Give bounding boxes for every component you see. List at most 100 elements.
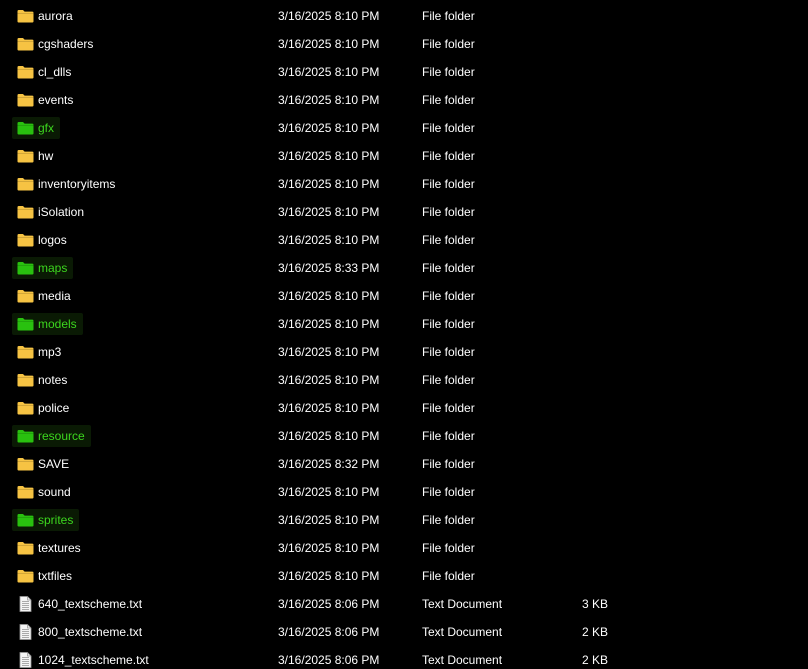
date-modified: 3/16/2025 8:10 PM [278, 37, 380, 51]
file-row[interactable]: mp3 3/16/2025 8:10 PM File folder [0, 338, 808, 366]
file-type: File folder [422, 373, 475, 387]
file-type: File folder [422, 37, 475, 51]
file-row[interactable]: hw 3/16/2025 8:10 PM File folder [0, 142, 808, 170]
file-name: police [38, 401, 70, 415]
date-modified: 3/16/2025 8:10 PM [278, 513, 380, 527]
name-cell[interactable]: cgshaders [12, 33, 99, 55]
file-type: File folder [422, 317, 475, 331]
date-modified: 3/16/2025 8:10 PM [278, 289, 380, 303]
name-cell[interactable]: sound [12, 481, 77, 503]
name-cell[interactable]: aurora [12, 5, 79, 27]
name-cell[interactable]: 800_textscheme.txt [12, 621, 148, 643]
name-cell[interactable]: sprites [12, 509, 80, 531]
file-type: File folder [422, 177, 475, 191]
file-type: File folder [422, 93, 475, 107]
file-row[interactable]: sound 3/16/2025 8:10 PM File folder [0, 478, 808, 506]
folder-icon [17, 261, 34, 275]
file-row[interactable]: iSolation 3/16/2025 8:10 PM File folder [0, 198, 808, 226]
file-row[interactable]: 1024_textscheme.txt 3/16/2025 8:06 PM Te… [0, 646, 808, 669]
file-name: SAVE [38, 457, 70, 471]
name-cell[interactable]: notes [12, 369, 73, 391]
file-list: aurora 3/16/2025 8:10 PM File folder cgs… [0, 2, 808, 669]
file-type: File folder [422, 345, 475, 359]
folder-icon [17, 289, 34, 303]
file-name: cgshaders [38, 37, 94, 51]
folder-icon [17, 177, 34, 191]
file-name: resource [38, 429, 85, 443]
folder-icon [17, 485, 34, 499]
file-name: iSolation [38, 205, 85, 219]
file-row[interactable]: models 3/16/2025 8:10 PM File folder [0, 310, 808, 338]
file-name: maps [38, 261, 68, 275]
file-row[interactable]: SAVE 3/16/2025 8:32 PM File folder [0, 450, 808, 478]
file-row[interactable]: police 3/16/2025 8:10 PM File folder [0, 394, 808, 422]
name-cell[interactable]: mp3 [12, 341, 67, 363]
name-cell[interactable]: cl_dlls [12, 61, 77, 83]
date-modified: 3/16/2025 8:33 PM [278, 261, 380, 275]
file-row[interactable]: aurora 3/16/2025 8:10 PM File folder [0, 2, 808, 30]
folder-icon [17, 569, 34, 583]
name-cell[interactable]: media [12, 285, 77, 307]
file-row[interactable]: cl_dlls 3/16/2025 8:10 PM File folder [0, 58, 808, 86]
name-cell[interactable]: gfx [12, 117, 61, 139]
name-cell[interactable]: hw [12, 145, 59, 167]
name-cell[interactable]: 1024_textscheme.txt [12, 649, 155, 669]
file-row[interactable]: 640_textscheme.txt 3/16/2025 8:06 PM Tex… [0, 590, 808, 618]
file-row[interactable]: cgshaders 3/16/2025 8:10 PM File folder [0, 30, 808, 58]
file-row[interactable]: 800_textscheme.txt 3/16/2025 8:06 PM Tex… [0, 618, 808, 646]
file-type: File folder [422, 485, 475, 499]
file-row[interactable]: inventoryitems 3/16/2025 8:10 PM File fo… [0, 170, 808, 198]
text-document-icon [17, 652, 34, 668]
name-cell[interactable]: SAVE [12, 453, 75, 475]
name-cell[interactable]: maps [12, 257, 74, 279]
folder-icon [17, 37, 34, 51]
file-type: Text Document [422, 597, 503, 611]
date-modified: 3/16/2025 8:10 PM [278, 233, 380, 247]
date-modified: 3/16/2025 8:10 PM [278, 177, 380, 191]
folder-icon [17, 65, 34, 79]
file-name: sound [38, 485, 71, 499]
file-row[interactable]: resource 3/16/2025 8:10 PM File folder [0, 422, 808, 450]
folder-icon [17, 429, 34, 443]
name-cell[interactable]: models [12, 313, 83, 335]
folder-icon [17, 149, 34, 163]
date-modified: 3/16/2025 8:10 PM [278, 149, 380, 163]
name-cell[interactable]: 640_textscheme.txt [12, 593, 148, 615]
file-row[interactable]: logos 3/16/2025 8:10 PM File folder [0, 226, 808, 254]
name-cell[interactable]: events [12, 89, 79, 111]
file-name: txtfiles [38, 569, 73, 583]
date-modified: 3/16/2025 8:10 PM [278, 541, 380, 555]
file-name: 800_textscheme.txt [38, 625, 143, 639]
folder-icon [17, 317, 34, 331]
file-name: gfx [38, 121, 55, 135]
date-modified: 3/16/2025 8:10 PM [278, 373, 380, 387]
file-name: aurora [38, 9, 73, 23]
file-row[interactable]: events 3/16/2025 8:10 PM File folder [0, 86, 808, 114]
file-row[interactable]: maps 3/16/2025 8:33 PM File folder [0, 254, 808, 282]
folder-icon [17, 373, 34, 387]
file-name: cl_dlls [38, 65, 72, 79]
file-row[interactable]: sprites 3/16/2025 8:10 PM File folder [0, 506, 808, 534]
name-cell[interactable]: inventoryitems [12, 173, 121, 195]
name-cell[interactable]: textures [12, 537, 87, 559]
date-modified: 3/16/2025 8:10 PM [278, 65, 380, 79]
date-modified: 3/16/2025 8:10 PM [278, 569, 380, 583]
file-row[interactable]: textures 3/16/2025 8:10 PM File folder [0, 534, 808, 562]
folder-icon [17, 345, 34, 359]
file-row[interactable]: media 3/16/2025 8:10 PM File folder [0, 282, 808, 310]
file-type: File folder [422, 457, 475, 471]
file-row[interactable]: gfx 3/16/2025 8:10 PM File folder [0, 114, 808, 142]
name-cell[interactable]: txtfiles [12, 565, 78, 587]
file-row[interactable]: notes 3/16/2025 8:10 PM File folder [0, 366, 808, 394]
name-cell[interactable]: logos [12, 229, 73, 251]
file-name: media [38, 289, 71, 303]
name-cell[interactable]: iSolation [12, 201, 90, 223]
file-size: 2 KB [581, 653, 608, 667]
name-cell[interactable]: police [12, 397, 75, 419]
name-cell[interactable]: resource [12, 425, 91, 447]
date-modified: 3/16/2025 8:10 PM [278, 93, 380, 107]
date-modified: 3/16/2025 8:10 PM [278, 317, 380, 331]
file-name: sprites [38, 513, 74, 527]
date-modified: 3/16/2025 8:10 PM [278, 121, 380, 135]
file-row[interactable]: txtfiles 3/16/2025 8:10 PM File folder [0, 562, 808, 590]
